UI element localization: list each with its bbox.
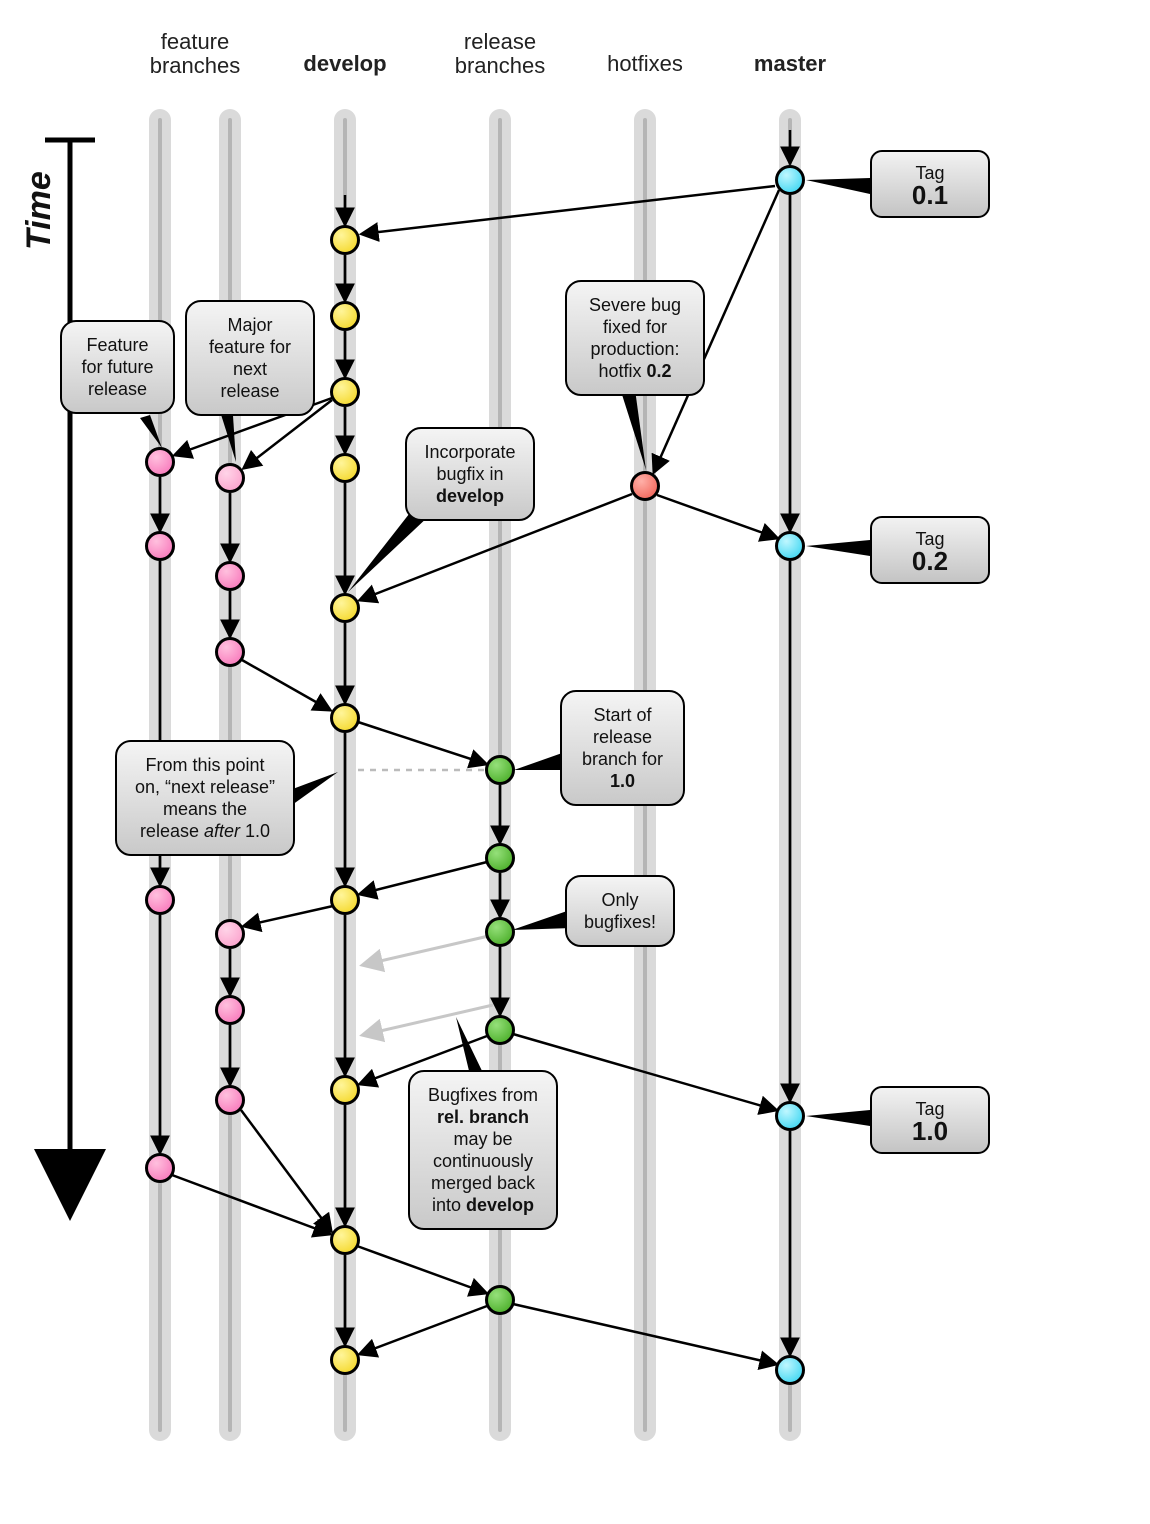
commit-m3: [775, 1101, 805, 1131]
commit-f3c: [215, 1085, 245, 1115]
commit-m2: [775, 531, 805, 561]
commit-m1: [775, 165, 805, 195]
col-master-label: master: [710, 52, 870, 76]
commit-d9: [330, 1225, 360, 1255]
callout-start-rel: Start of release branch for 1.0: [560, 690, 685, 806]
commit-d8: [330, 1075, 360, 1105]
callout-from-point: From this point on, “next release” means…: [115, 740, 295, 856]
commit-f3b: [215, 995, 245, 1025]
commit-f1d: [145, 1153, 175, 1183]
commit-d6: [330, 703, 360, 733]
commit-h1: [630, 471, 660, 501]
callout-incorporate: Incorporate bugfix in develop: [405, 427, 535, 521]
commit-f3a: [215, 919, 245, 949]
time-axis-label: Time: [20, 171, 59, 250]
commit-d2: [330, 301, 360, 331]
col-hotfix-label: hotfixes: [565, 52, 725, 76]
commit-d4: [330, 453, 360, 483]
commit-r5: [485, 1285, 515, 1315]
tag-0-2: Tag0.2: [870, 516, 990, 584]
commit-f1b: [145, 531, 175, 561]
commit-d5: [330, 593, 360, 623]
commit-r3: [485, 917, 515, 947]
commit-m4: [775, 1355, 805, 1385]
col-feature-label: feature branches: [115, 30, 275, 78]
commit-f2b: [215, 561, 245, 591]
callout-rel-merge: Bugfixes from rel. branch may be continu…: [408, 1070, 558, 1230]
commit-r4: [485, 1015, 515, 1045]
commit-f2c: [215, 637, 245, 667]
callout-feature-future: Feature for future release: [60, 320, 175, 414]
col-release-label: release branches: [420, 30, 580, 78]
col-develop-label: develop: [265, 52, 425, 76]
callout-severe: Severe bug fixed for production: hotfix …: [565, 280, 705, 396]
commit-r2: [485, 843, 515, 873]
commit-d1: [330, 225, 360, 255]
tag-0-1: Tag0.1: [870, 150, 990, 218]
commit-r1: [485, 755, 515, 785]
commit-d3: [330, 377, 360, 407]
callout-feature-next: Major feature for next release: [185, 300, 315, 416]
commit-d10: [330, 1345, 360, 1375]
commit-f1c: [145, 885, 175, 915]
commit-d7: [330, 885, 360, 915]
commit-f1a: [145, 447, 175, 477]
commit-f2a: [215, 463, 245, 493]
callout-only-bug: Only bugfixes!: [565, 875, 675, 947]
tag-1-0: Tag1.0: [870, 1086, 990, 1154]
